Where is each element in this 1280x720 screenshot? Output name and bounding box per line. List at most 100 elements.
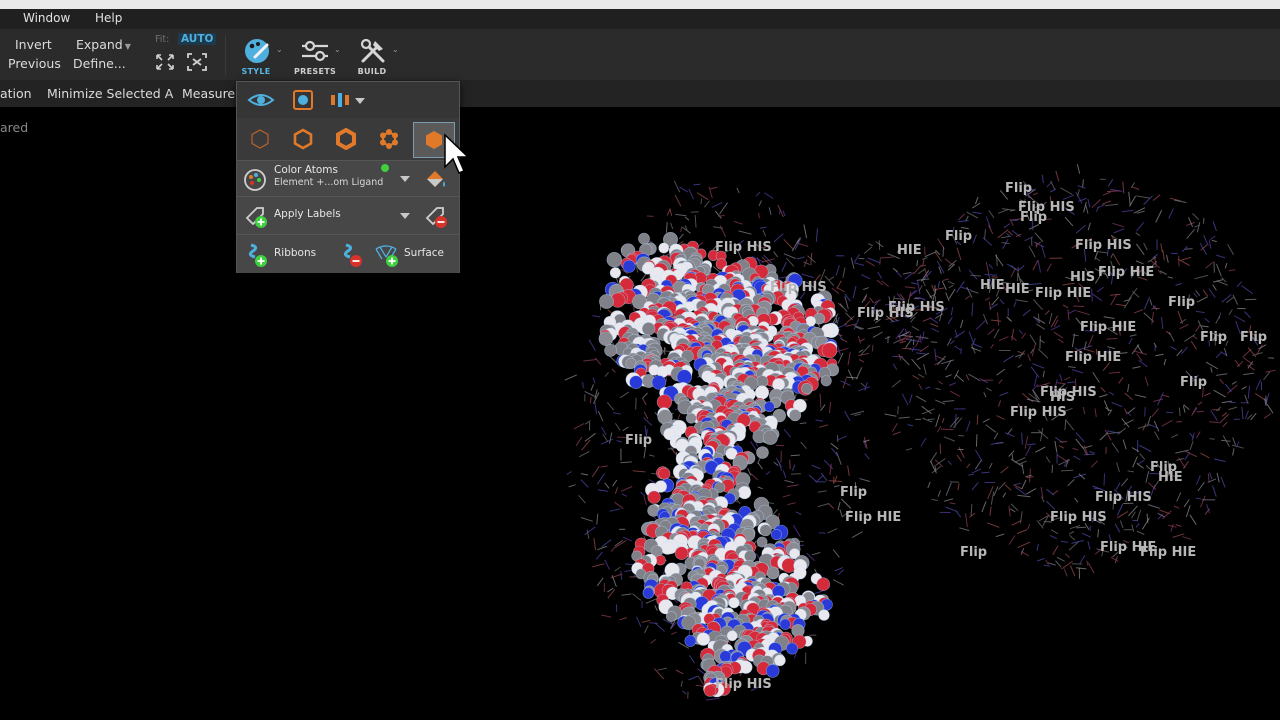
color-atoms-dropdown[interactable] bbox=[395, 160, 415, 197]
wire-icon[interactable] bbox=[249, 128, 271, 150]
ballstick-icon[interactable] bbox=[378, 128, 400, 150]
apply-labels-button[interactable]: Apply Labels bbox=[237, 196, 395, 235]
bond-line bbox=[1134, 394, 1147, 398]
bond-line bbox=[1224, 383, 1232, 393]
bond-line bbox=[815, 419, 824, 422]
bond-line bbox=[1052, 545, 1059, 556]
bond-line bbox=[949, 390, 960, 397]
bond-line bbox=[972, 211, 982, 214]
bond-line bbox=[1215, 315, 1221, 324]
chevron-down-icon[interactable] bbox=[355, 98, 365, 104]
bond-line bbox=[942, 278, 949, 281]
color-atoms-button[interactable]: Color Atoms Element +...om Ligand bbox=[237, 160, 395, 197]
bond-line bbox=[1037, 429, 1049, 440]
bond-line bbox=[680, 680, 683, 687]
atom-sphere bbox=[766, 566, 780, 580]
bond-line bbox=[1141, 517, 1150, 530]
bond-line bbox=[922, 258, 925, 266]
bond-line bbox=[950, 481, 960, 483]
bond-line bbox=[960, 319, 964, 329]
bond-line bbox=[972, 202, 981, 209]
bond-line bbox=[953, 369, 960, 379]
bond-line bbox=[1018, 460, 1027, 465]
atom-sphere bbox=[762, 429, 778, 445]
camera-icon[interactable] bbox=[292, 89, 314, 111]
atom-sphere bbox=[598, 331, 614, 347]
alignment-icon[interactable] bbox=[329, 90, 351, 110]
bond-line bbox=[1182, 461, 1190, 469]
bond-line bbox=[688, 655, 696, 664]
style-popup-panel: Color Atoms Element +...om Ligand Apply … bbox=[236, 81, 460, 273]
bond-line bbox=[795, 511, 802, 515]
bond-line bbox=[1131, 524, 1135, 532]
residue-label: Flip bbox=[945, 229, 973, 244]
bond-line bbox=[1053, 331, 1064, 339]
bond-line bbox=[1207, 473, 1210, 483]
bond-line bbox=[1013, 301, 1017, 308]
bond-line bbox=[940, 428, 954, 431]
bond-line bbox=[1179, 323, 1189, 330]
bond-line bbox=[891, 379, 902, 388]
bond-line bbox=[1037, 557, 1045, 562]
bond-line bbox=[863, 287, 869, 291]
bond-line bbox=[1146, 513, 1149, 523]
add-ribbons-button[interactable]: Ribbons bbox=[237, 234, 332, 273]
bond-line bbox=[872, 331, 883, 338]
bond-line bbox=[580, 479, 589, 488]
bond-line bbox=[1196, 475, 1201, 485]
residue-label: Flip HIE bbox=[1080, 320, 1137, 335]
bond-line bbox=[578, 494, 586, 504]
atom-sphere bbox=[660, 541, 675, 555]
bond-line bbox=[864, 453, 870, 460]
bond-line bbox=[975, 434, 978, 447]
bond-line bbox=[644, 625, 649, 634]
eye-icon[interactable] bbox=[247, 90, 275, 110]
bond-line bbox=[857, 335, 862, 344]
bond-line bbox=[688, 629, 691, 636]
bond-line bbox=[1209, 421, 1219, 424]
bond-line bbox=[947, 460, 952, 465]
remove-ribbons-button[interactable] bbox=[332, 234, 370, 273]
bond-line bbox=[1021, 463, 1025, 475]
bond-line bbox=[1092, 371, 1100, 383]
bond-line bbox=[1042, 370, 1045, 378]
bond-line bbox=[1181, 346, 1188, 355]
remove-labels-button[interactable] bbox=[415, 196, 459, 235]
ball-stick-icon[interactable] bbox=[335, 128, 357, 150]
bond-line bbox=[1027, 283, 1042, 286]
bond-line bbox=[669, 209, 673, 216]
bond-line bbox=[965, 374, 970, 381]
residue-label: HIE bbox=[1158, 470, 1183, 485]
line-icon[interactable] bbox=[292, 128, 314, 150]
bond-line bbox=[1036, 520, 1044, 529]
bond-line bbox=[710, 186, 718, 190]
bond-line bbox=[1216, 373, 1228, 376]
bond-line bbox=[694, 215, 697, 228]
bond-line bbox=[688, 188, 694, 200]
bond-line bbox=[970, 274, 982, 277]
bond-line bbox=[581, 439, 591, 451]
bond-line bbox=[1136, 509, 1142, 522]
bond-line bbox=[1062, 304, 1069, 309]
bond-line bbox=[1184, 333, 1196, 342]
bond-line bbox=[958, 434, 965, 437]
bond-line bbox=[1072, 369, 1084, 374]
bond-line bbox=[799, 422, 807, 425]
bond-line bbox=[1050, 180, 1056, 191]
bond-line bbox=[1073, 305, 1085, 307]
bond-line bbox=[1135, 522, 1140, 528]
label-add-icon bbox=[245, 207, 267, 228]
representation-row bbox=[237, 118, 459, 160]
bond-line bbox=[1085, 205, 1089, 214]
bond-line bbox=[1149, 299, 1153, 306]
bond-line bbox=[1060, 469, 1074, 472]
bond-line bbox=[1205, 361, 1219, 370]
bond-line bbox=[829, 463, 832, 475]
bond-line bbox=[1090, 460, 1099, 468]
apply-labels-dropdown[interactable] bbox=[395, 196, 415, 235]
bond-line bbox=[917, 268, 926, 275]
bond-line bbox=[915, 395, 927, 403]
add-surface-button[interactable]: Surface bbox=[370, 234, 459, 273]
bond-line bbox=[929, 323, 939, 328]
bond-line bbox=[1096, 286, 1104, 293]
